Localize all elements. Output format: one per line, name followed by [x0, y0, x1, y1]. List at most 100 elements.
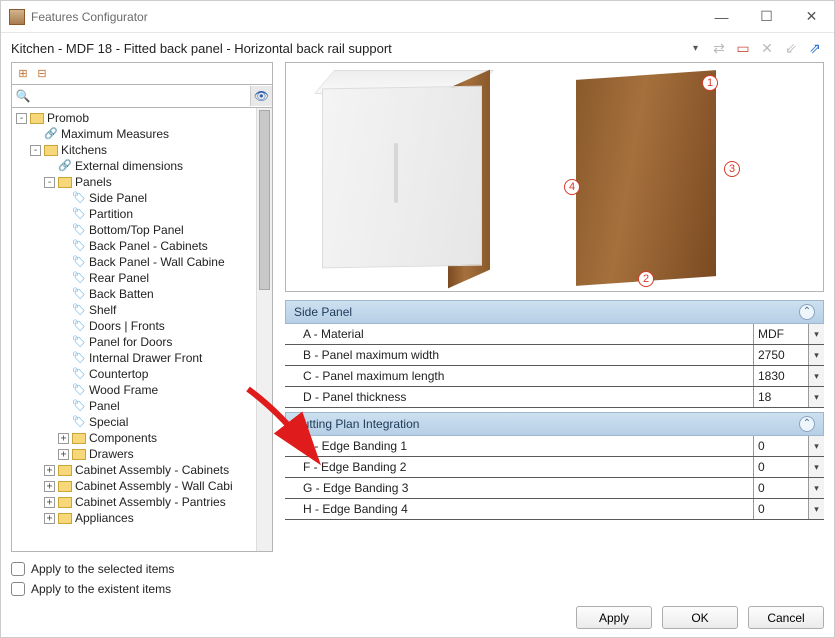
tree-node-root[interactable]: - Promob: [16, 110, 256, 126]
collapse-icon[interactable]: -: [30, 145, 41, 156]
expand-icon[interactable]: +: [44, 497, 55, 508]
tree-node-drawers[interactable]: +Drawers: [58, 446, 256, 462]
tag-icon: 🏷: [72, 319, 86, 333]
tree-node-batten[interactable]: 🏷Back Batten: [58, 286, 256, 302]
tree-node-back-wall[interactable]: 🏷Back Panel - Wall Cabine: [58, 254, 256, 270]
tree-node-cab-asm-wall[interactable]: +Cabinet Assembly - Wall Cabi: [44, 478, 256, 494]
prop-value[interactable]: 0: [754, 478, 808, 498]
search-input[interactable]: [34, 86, 250, 106]
prop-value[interactable]: MDF: [754, 324, 808, 344]
tree-node-cab-asm-pan[interactable]: +Cabinet Assembly - Pantries: [44, 494, 256, 510]
section-title: Side Panel: [294, 305, 352, 319]
tag-icon: 🏷: [72, 351, 86, 365]
breadcrumb-dropdown-icon[interactable]: ▾: [693, 43, 698, 54]
section-collapse-icon[interactable]: ⌃: [799, 416, 815, 432]
delete-icon[interactable]: ✕: [758, 40, 776, 58]
expand-icon[interactable]: +: [58, 449, 69, 460]
expand-icon[interactable]: +: [44, 465, 55, 476]
expand-all-icon[interactable]: ⊞: [15, 66, 31, 82]
tree-node-countertop[interactable]: 🏷Countertop: [58, 366, 256, 382]
prop-row-a[interactable]: A - Material MDF▾: [285, 324, 824, 345]
breadcrumb[interactable]: Kitchen - MDF 18 - Fitted back panel - H…: [11, 39, 687, 58]
switch-icon[interactable]: ⇄: [710, 40, 728, 58]
prop-key: D - Panel thickness: [285, 387, 754, 407]
tree-node-maxmeasures[interactable]: 🔗 Maximum Measures: [30, 126, 256, 142]
prop-row-b[interactable]: B - Panel maximum width 2750▾: [285, 345, 824, 366]
checkbox-icon[interactable]: [11, 582, 25, 596]
prop-row-d[interactable]: D - Panel thickness 18▾: [285, 387, 824, 408]
prop-row-h[interactable]: H - Edge Banding 4 0▾: [285, 499, 824, 520]
prop-key: A - Material: [285, 324, 754, 344]
collapse-all-icon[interactable]: ⊟: [34, 66, 50, 82]
prop-row-c[interactable]: C - Panel maximum length 1830▾: [285, 366, 824, 387]
chevron-down-icon[interactable]: ▾: [808, 387, 824, 407]
prop-row-e[interactable]: E - Edge Banding 1 0▾: [285, 436, 824, 457]
prop-value[interactable]: 2750: [754, 345, 808, 365]
tree-node-shelf[interactable]: 🏷Shelf: [58, 302, 256, 318]
section-cutting-plan[interactable]: Cutting Plan Integration ⌃: [285, 412, 824, 436]
tree-node-panel-doors[interactable]: 🏷Panel for Doors: [58, 334, 256, 350]
prop-key: G - Edge Banding 3: [285, 478, 754, 498]
check-apply-existent[interactable]: Apply to the existent items: [11, 582, 824, 596]
tree-node-partition[interactable]: 🏷Partition: [58, 206, 256, 222]
prop-value[interactable]: 18: [754, 387, 808, 407]
tree-node-panel[interactable]: 🏷Panel: [58, 398, 256, 414]
expand-icon[interactable]: +: [44, 513, 55, 524]
tree-node-extdim[interactable]: 🔗 External dimensions: [44, 158, 256, 174]
collapse-icon[interactable]: -: [44, 177, 55, 188]
tree-node-cab-asm-cab[interactable]: +Cabinet Assembly - Cabinets: [44, 462, 256, 478]
find-button[interactable]: 👁: [250, 86, 272, 106]
check-apply-selected[interactable]: Apply to the selected items: [11, 562, 824, 576]
folder-icon: [44, 145, 58, 156]
tree-node-rear[interactable]: 🏷Rear Panel: [58, 270, 256, 286]
tree-wrap: - Promob 🔗 Maximum Measures: [12, 108, 272, 551]
cancel-button[interactable]: Cancel: [748, 606, 824, 629]
tree[interactable]: - Promob 🔗 Maximum Measures: [12, 108, 256, 551]
scrollbar-thumb[interactable]: [259, 110, 270, 290]
chevron-down-icon[interactable]: ▾: [808, 345, 824, 365]
close-button[interactable]: ✕: [789, 2, 834, 32]
tree-node-doors[interactable]: 🏷Doors | Fronts: [58, 318, 256, 334]
prop-value[interactable]: 0: [754, 436, 808, 456]
tree-node-idf[interactable]: 🏷Internal Drawer Front: [58, 350, 256, 366]
tree-node-back-cab[interactable]: 🏷Back Panel - Cabinets: [58, 238, 256, 254]
maximize-button[interactable]: ☐: [744, 2, 789, 32]
folder-icon: [30, 113, 44, 124]
tree-node-components[interactable]: +Components: [58, 430, 256, 446]
tree-node-side-panel[interactable]: 🏷Side Panel: [58, 190, 256, 206]
tree-node-wood-frame[interactable]: 🏷Wood Frame: [58, 382, 256, 398]
tree-node-panels[interactable]: - Panels: [44, 174, 256, 190]
tree-node-special[interactable]: 🏷Special: [58, 414, 256, 430]
collapse-arrows-icon[interactable]: ⇙: [782, 40, 800, 58]
tag-icon: 🏷: [72, 239, 86, 253]
chevron-down-icon[interactable]: ▾: [808, 366, 824, 386]
expand-arrows-icon[interactable]: ⇗: [806, 40, 824, 58]
prop-row-g[interactable]: G - Edge Banding 3 0▾: [285, 478, 824, 499]
chevron-down-icon[interactable]: ▾: [808, 478, 824, 498]
expand-icon[interactable]: +: [44, 481, 55, 492]
ok-button[interactable]: OK: [662, 606, 738, 629]
prop-value[interactable]: 1830: [754, 366, 808, 386]
collapse-icon[interactable]: -: [16, 113, 27, 124]
minimize-button[interactable]: —: [699, 2, 744, 32]
section-side-panel[interactable]: Side Panel ⌃: [285, 300, 824, 324]
checkbox-icon[interactable]: [11, 562, 25, 576]
tree-node-appliances[interactable]: +Appliances: [44, 510, 256, 526]
prop-value[interactable]: 0: [754, 499, 808, 519]
preview-3d[interactable]: 1 2 3 4: [285, 62, 824, 292]
button-row: Apply OK Cancel: [11, 606, 824, 629]
prop-row-f[interactable]: F - Edge Banding 2 0▾: [285, 457, 824, 478]
tree-node-bottom-top[interactable]: 🏷Bottom/Top Panel: [58, 222, 256, 238]
box-icon[interactable]: ▭: [734, 40, 752, 58]
tree-scrollbar[interactable]: [256, 108, 272, 551]
section-title: Cutting Plan Integration: [294, 417, 419, 431]
tree-node-kitchens[interactable]: - Kitchens: [30, 142, 256, 158]
chevron-down-icon[interactable]: ▾: [808, 436, 824, 456]
prop-value[interactable]: 0: [754, 457, 808, 477]
chevron-down-icon[interactable]: ▾: [808, 499, 824, 519]
section-collapse-icon[interactable]: ⌃: [799, 304, 815, 320]
chevron-down-icon[interactable]: ▾: [808, 457, 824, 477]
chevron-down-icon[interactable]: ▾: [808, 324, 824, 344]
apply-button[interactable]: Apply: [576, 606, 652, 629]
expand-icon[interactable]: +: [58, 433, 69, 444]
